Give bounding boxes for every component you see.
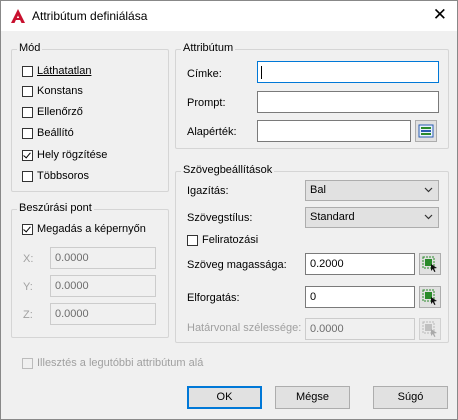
tag-input[interactable] [257,61,439,83]
justification-label: Igazítás: [187,185,229,197]
preset-checkbox-box[interactable] [22,127,33,139]
align-below-checkbox-box[interactable] [22,357,33,369]
mode-group-label: Mód [17,42,43,54]
annotative-checkbox-label: Feliratozási [202,234,259,246]
annotative-checkbox[interactable]: Feliratozási [187,234,258,246]
invisible-checkbox-box[interactable] [22,65,33,77]
title-bar: Attribútum definiálása ✕ [1,1,457,31]
cancel-button[interactable]: Mégse [275,386,350,409]
verify-checkbox-box[interactable] [22,106,33,118]
align-below-checkbox-label: Illesztés a legutóbbi attribútum alá [37,357,204,369]
y-field[interactable]: 0.0000 [50,275,156,297]
lock-position-checkbox-box[interactable] [22,149,33,161]
specify-on-screen-checkbox[interactable]: Megadás a képernyőn [22,223,146,235]
verify-checkbox[interactable]: Ellenőrző [22,106,83,118]
constant-checkbox-label: Konstans [37,85,83,97]
pick-point-icon [422,321,437,337]
prompt-label: Prompt: [187,97,226,109]
default-input[interactable] [257,120,411,142]
text-caret [261,66,262,79]
text-style-value: Standard [310,211,355,223]
text-height-label: Szöveg magassága: [187,259,287,271]
multiple-lines-checkbox[interactable]: Többsoros [22,170,89,182]
y-label: Y: [23,281,33,293]
invisible-checkbox-label: Láthatatlan [37,65,92,77]
window-title: Attribútum definiálása [32,9,148,23]
specify-on-screen-checkbox-label: Megadás a képernyőn [37,223,146,235]
x-label: X: [23,253,34,265]
verify-checkbox-label: Ellenőrző [37,106,83,118]
text-settings-group-label: Szövegbeállítások [181,164,275,176]
default-label: Alapérték: [187,126,237,138]
insertion-point-group-label: Beszúrási pont [17,202,94,214]
boundary-width-input[interactable]: 0.0000 [305,318,415,340]
text-style-dropdown[interactable]: Standard [305,207,439,228]
align-below-checkbox[interactable]: Illesztés a legutóbbi attribútum alá [22,357,203,369]
insert-field-button[interactable] [415,120,437,142]
close-icon[interactable]: ✕ [433,6,447,23]
pick-point-icon [422,256,437,272]
dialog-window: Attribútum definiálása ✕ Mód Láthatatlan… [0,0,458,420]
text-height-input[interactable]: 0.2000 [305,253,415,275]
help-button[interactable]: Súgó [373,386,448,409]
x-field[interactable]: 0.0000 [50,247,156,269]
preset-checkbox-label: Beállító [37,127,74,139]
autocad-logo-icon [11,9,25,23]
boundary-width-label: Határvonal szélessége: [187,322,302,334]
prompt-input[interactable] [257,91,439,113]
z-label: Z: [23,309,33,321]
rotation-input[interactable]: 0 [305,286,415,308]
lock-position-checkbox-label: Hely rögzítése [37,149,108,161]
invisible-checkbox[interactable]: Láthatatlan [22,65,91,77]
specify-on-screen-checkbox-box[interactable] [22,223,33,235]
insert-field-icon [418,124,434,138]
rotation-label: Elforgatás: [187,292,240,304]
ok-button[interactable]: OK [187,386,262,409]
lock-position-checkbox[interactable]: Hely rögzítése [22,149,107,161]
text-style-label: Szövegstílus: [187,212,253,224]
chevron-down-icon [424,214,433,220]
attribute-group-label: Attribútum [181,42,236,54]
pick-height-button[interactable] [419,253,441,275]
preset-checkbox[interactable]: Beállító [22,127,74,139]
annotative-checkbox-box[interactable] [187,234,198,246]
constant-checkbox[interactable]: Konstans [22,85,83,97]
pick-rotation-button[interactable] [419,286,441,308]
tag-label: Címke: [187,68,222,80]
z-field[interactable]: 0.0000 [50,303,156,325]
justification-value: Bal [310,184,326,196]
pick-boundary-width-button[interactable] [419,318,441,340]
chevron-down-icon [424,187,433,193]
pick-point-icon [422,289,437,305]
constant-checkbox-box[interactable] [22,85,33,97]
multiple-lines-checkbox-box[interactable] [22,170,33,182]
justification-dropdown[interactable]: Bal [305,180,439,201]
multiple-lines-checkbox-label: Többsoros [37,170,89,182]
